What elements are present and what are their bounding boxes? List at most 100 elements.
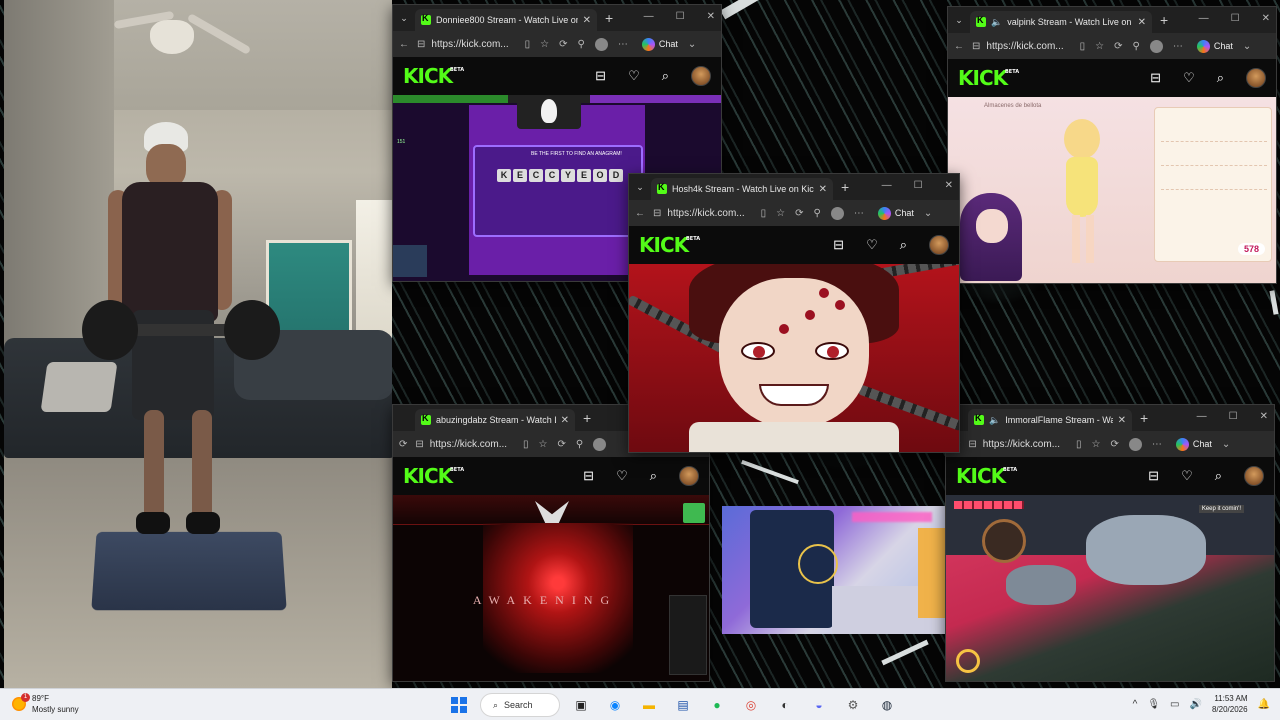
search-icon[interactable]: ⌕	[900, 237, 907, 253]
kick-logo[interactable]: KICK BETA	[958, 66, 1019, 90]
refresh-icon[interactable]: ⟳	[558, 439, 566, 450]
chevron-down-icon[interactable]: ⌄	[1222, 439, 1230, 450]
new-tab-button[interactable]: +	[841, 179, 849, 195]
chrome-icon[interactable]: ◎	[738, 692, 764, 718]
chevron-down-icon[interactable]: ⌄	[688, 39, 696, 50]
address-bar[interactable]: ⊟ https://kick.com...	[653, 208, 745, 219]
following-heart-icon[interactable]: ♡	[616, 468, 628, 484]
profile-avatar[interactable]	[594, 37, 608, 51]
edge-browser-icon[interactable]: ◉	[602, 692, 628, 718]
more-options-icon[interactable]: ⋯	[1152, 439, 1162, 450]
audio-playing-icon[interactable]: 🔈	[991, 17, 1002, 28]
browser-tab[interactable]: 🔈 ImmoralFlame Stream - Watch Live on Ki…	[968, 409, 1132, 431]
copilot-chat-button[interactable]: Chat	[641, 37, 678, 51]
clips-icon[interactable]: ⊟	[1148, 468, 1159, 484]
file-explorer-icon[interactable]: ▬	[636, 692, 662, 718]
taskbar-search[interactable]: ⌕ Search	[480, 693, 560, 717]
stream-video-valpink[interactable]: Almacenes de bellota 578	[948, 97, 1276, 283]
maximize-button[interactable]: ☐	[676, 11, 685, 22]
chevron-down-icon[interactable]: ⌄	[1243, 41, 1251, 52]
profile-avatar[interactable]	[1128, 437, 1142, 451]
address-bar[interactable]: ⊟ https://kick.com...	[415, 439, 507, 450]
refresh-icon[interactable]: ⟳	[1114, 41, 1122, 52]
clips-icon[interactable]: ⊟	[583, 468, 594, 484]
tab-list-chevron-icon[interactable]: ⌄	[393, 13, 415, 24]
profile-avatar[interactable]	[1149, 39, 1163, 53]
new-tab-button[interactable]: +	[605, 10, 613, 26]
more-options-icon[interactable]: ⋯	[854, 208, 864, 219]
microphone-icon[interactable]: 🎙	[1147, 699, 1160, 710]
user-avatar[interactable]	[1246, 68, 1266, 88]
new-tab-button[interactable]: +	[1140, 410, 1148, 426]
steam-icon[interactable]: ◍	[874, 692, 900, 718]
reading-view-icon[interactable]: ▯	[1076, 439, 1082, 450]
profile-avatar[interactable]	[830, 206, 844, 220]
close-window-button[interactable]: ✕	[1262, 13, 1270, 24]
stream-video-abuz[interactable]: AWAKENING	[393, 495, 709, 681]
extensions-icon[interactable]: ⚲	[814, 208, 821, 219]
browser-tab[interactable]: Donniee800 Stream - Watch Live on Kick ✕	[415, 9, 597, 31]
network-icon[interactable]: ▭	[1170, 699, 1179, 710]
browser-tab[interactable]: abuzingdabz Stream - Watch Live on Kick …	[415, 409, 575, 431]
search-icon[interactable]: ⌕	[1217, 70, 1224, 86]
extensions-icon[interactable]: ⚲	[576, 439, 583, 450]
chevron-down-icon[interactable]: ⌄	[924, 208, 932, 219]
browser-window-valpink[interactable]: ⌄ 🔈 valpink Stream - Watch Live on Kick …	[947, 6, 1277, 284]
user-avatar[interactable]	[1244, 466, 1264, 486]
address-bar[interactable]: ⊟ https://kick.com...	[972, 41, 1064, 52]
back-arrow-icon[interactable]: ←	[399, 39, 409, 50]
maximize-button[interactable]: ☐	[914, 180, 923, 191]
following-heart-icon[interactable]: ♡	[628, 68, 640, 84]
refresh-icon[interactable]: ⟳	[559, 39, 567, 50]
more-options-icon[interactable]: ⋯	[1173, 41, 1183, 52]
stream-video-hosh[interactable]	[629, 264, 959, 452]
following-heart-icon[interactable]: ♡	[1181, 468, 1193, 484]
back-arrow-icon[interactable]: ←	[954, 41, 964, 52]
stream-video-immoral[interactable]: Keep it comin'!	[946, 495, 1274, 681]
favorite-star-icon[interactable]: ☆	[540, 39, 549, 50]
site-info-icon[interactable]: ⊟	[968, 439, 976, 450]
discord-icon[interactable]: ◒	[806, 692, 832, 718]
search-icon[interactable]: ⌕	[1215, 468, 1222, 484]
maximize-button[interactable]: ☐	[1231, 13, 1240, 24]
start-button[interactable]	[446, 692, 472, 718]
notifications-bell-icon[interactable]: 🔔	[1258, 699, 1270, 710]
back-arrow-icon[interactable]: ←	[635, 208, 645, 219]
kick-logo[interactable]: KICK BETA	[639, 233, 700, 257]
favorite-star-icon[interactable]: ☆	[1092, 439, 1101, 450]
maximize-button[interactable]: ☐	[1229, 411, 1238, 422]
following-heart-icon[interactable]: ♡	[866, 237, 878, 253]
reading-view-icon[interactable]: ▯	[761, 208, 767, 219]
refresh-icon[interactable]: ⟳	[399, 439, 407, 450]
profile-avatar[interactable]	[593, 437, 607, 451]
audio-playing-icon[interactable]: 🔈	[989, 415, 1000, 426]
reading-view-icon[interactable]: ▯	[525, 39, 531, 50]
close-window-button[interactable]: ✕	[1260, 411, 1268, 422]
microsoft-store-icon[interactable]: ▤	[670, 692, 696, 718]
browser-window-immoral[interactable]: 🔈 ImmoralFlame Stream - Watch Live on Ki…	[945, 404, 1275, 682]
user-avatar[interactable]	[691, 66, 711, 86]
close-tab-icon[interactable]: ✕	[819, 184, 827, 195]
site-info-icon[interactable]: ⊟	[972, 41, 980, 52]
kick-logo[interactable]: KICK BETA	[403, 64, 464, 88]
refresh-icon[interactable]: ⟳	[1111, 439, 1119, 450]
favorite-star-icon[interactable]: ☆	[539, 439, 548, 450]
clock[interactable]: 11:53 AM 8/20/2026	[1212, 693, 1248, 715]
site-info-icon[interactable]: ⊟	[415, 439, 423, 450]
kick-logo[interactable]: KICK BETA	[403, 464, 464, 488]
following-heart-icon[interactable]: ♡	[1183, 70, 1195, 86]
site-info-icon[interactable]: ⊟	[417, 39, 425, 50]
site-info-icon[interactable]: ⊟	[653, 208, 661, 219]
new-tab-button[interactable]: +	[1160, 12, 1168, 28]
clips-icon[interactable]: ⊟	[1150, 70, 1161, 86]
minimize-button[interactable]: —	[644, 11, 654, 22]
close-window-button[interactable]: ✕	[945, 180, 953, 191]
reading-view-icon[interactable]: ▯	[1080, 41, 1086, 52]
tab-list-chevron-icon[interactable]: ⌄	[629, 182, 651, 193]
close-tab-icon[interactable]: ✕	[561, 415, 569, 426]
browser-tab[interactable]: 🔈 valpink Stream - Watch Live on Kick ✕	[970, 11, 1152, 33]
copilot-chat-button[interactable]: Chat	[1175, 437, 1212, 451]
browser-window-hosh[interactable]: ⌄ Hosh4k Stream - Watch Live on Kick ✕ +…	[628, 173, 960, 453]
app-icon[interactable]: ◐	[772, 692, 798, 718]
minimize-button[interactable]: —	[1197, 411, 1207, 422]
